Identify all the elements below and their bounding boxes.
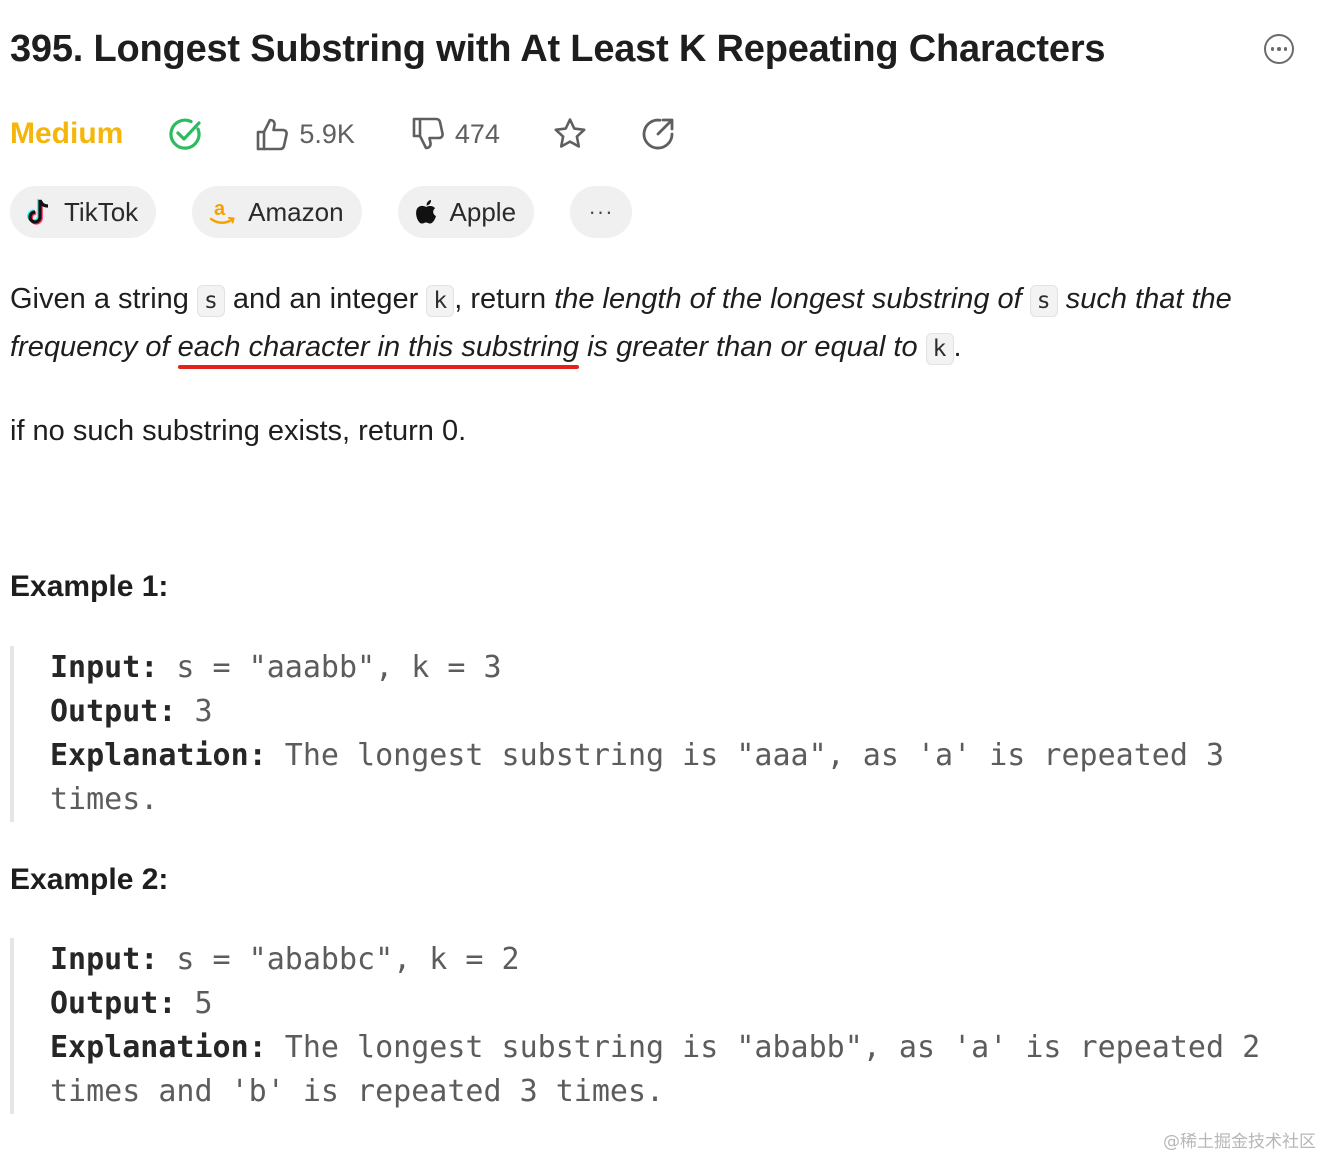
star-icon[interactable] bbox=[552, 116, 588, 152]
thumbs-up-icon bbox=[255, 116, 289, 152]
dislike-button[interactable]: 474 bbox=[411, 116, 500, 152]
inline-code: s bbox=[1029, 285, 1058, 317]
thumbs-down-icon bbox=[411, 116, 445, 152]
example-1-block: Input: s = "aaabb", k = 3 Output: 3 Expl… bbox=[10, 646, 1310, 822]
tag-amazon[interactable]: a Amazon bbox=[192, 186, 362, 238]
tag-tiktok[interactable]: TikTok bbox=[10, 186, 157, 238]
tiktok-icon bbox=[26, 198, 52, 226]
example-2-title: Example 2: bbox=[10, 863, 169, 896]
share-icon[interactable] bbox=[640, 116, 676, 152]
company-tags: TikTok a Amazon Apple ··· bbox=[10, 186, 633, 238]
example-1-title: Example 1: bbox=[10, 570, 169, 603]
apple-icon bbox=[414, 198, 438, 226]
highlighted-phrase: each character in this substring bbox=[177, 331, 580, 363]
description-paragraph: Given a string s and an integer k, retur… bbox=[10, 283, 1232, 365]
watermark: @稀土掘金技术社区 bbox=[1163, 1132, 1316, 1152]
likes-count: 5.9K bbox=[299, 118, 355, 149]
inline-code: k bbox=[925, 333, 954, 365]
solved-check-icon bbox=[167, 116, 203, 152]
tag-apple[interactable]: Apple bbox=[397, 186, 535, 238]
difficulty-badge: Medium bbox=[10, 117, 124, 150]
description-note: if no such substring exists, return 0. bbox=[10, 415, 467, 447]
inline-code: k bbox=[426, 285, 455, 317]
svg-text:a: a bbox=[214, 198, 226, 220]
more-tags-button[interactable]: ··· bbox=[570, 186, 633, 238]
example-2-block: Input: s = "ababbc", k = 2 Output: 5 Exp… bbox=[10, 938, 1310, 1114]
like-button[interactable]: 5.9K bbox=[255, 116, 355, 152]
problem-meta-row: Medium 5.9K 474 bbox=[10, 110, 676, 158]
problem-title: 395. Longest Substring with At Least K R… bbox=[10, 28, 1106, 70]
inline-code: s bbox=[196, 285, 225, 317]
dislikes-count: 474 bbox=[454, 118, 500, 149]
amazon-icon: a bbox=[208, 198, 236, 226]
more-options-icon[interactable] bbox=[1264, 34, 1294, 64]
problem-description: Given a string s and an integer k, retur… bbox=[10, 276, 1310, 454]
